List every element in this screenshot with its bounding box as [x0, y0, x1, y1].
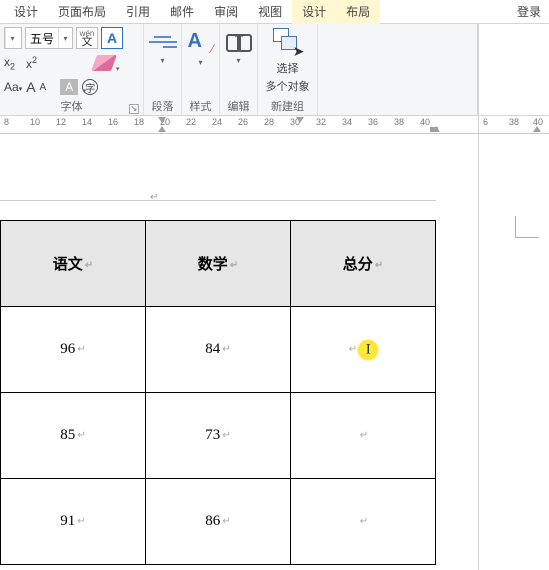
th-total[interactable]: 总分↵ — [291, 221, 436, 307]
cell-r3-chinese[interactable]: 91↵ — [1, 479, 146, 565]
header-separator — [0, 200, 436, 201]
editing-group: ▾ 编辑 — [220, 24, 258, 115]
table-row: 96↵ 84↵ ↵ — [1, 307, 436, 393]
editing-group-label: 编辑 — [228, 99, 250, 115]
cell-r2-math[interactable]: 73↵ — [146, 393, 291, 479]
paragraph-group-label: 段落 — [152, 99, 174, 115]
vertical-scrollbar[interactable] — [539, 268, 549, 568]
hanging-indent-marker[interactable] — [158, 126, 166, 132]
font-group-label: 字体 ↘ — [4, 99, 139, 115]
chevron-down-icon[interactable]: ▾ — [160, 56, 164, 65]
ruler-right-marker[interactable] — [533, 126, 541, 132]
ribbon-right-panel — [478, 24, 549, 115]
cursor-icon: ➤ — [293, 43, 305, 60]
document-area: ↵ 语文↵ 数学↵ 总分↵ 96↵ 84↵ ↵ 85↵ 73↵ ↵ 91↵ 86… — [0, 134, 549, 570]
change-case-button[interactable]: Aa▾ — [4, 80, 22, 94]
styles-group-label: 样式 — [190, 99, 212, 115]
first-line-indent-marker-2[interactable] — [296, 117, 304, 123]
paragraph-mark-icon: ↵ — [150, 192, 158, 203]
tab-design-top[interactable]: 设计 — [4, 0, 48, 24]
ruler-right-pane: 6 38 40 — [478, 116, 549, 134]
tab-table-design[interactable]: 设计 — [292, 0, 336, 24]
tab-references[interactable]: 引用 — [116, 0, 160, 24]
ribbon: ▾ 五号 ▾ wén 文 A x2 x2 ▾ — [0, 24, 549, 116]
character-border-button[interactable]: A — [101, 27, 123, 49]
select-label-2: 多个对象 — [266, 78, 310, 94]
font-size-dropdown[interactable]: 五号 ▾ — [25, 27, 73, 49]
chevron-down-icon[interactable]: ▾ — [198, 58, 202, 67]
shrink-font-button[interactable]: A — [40, 82, 47, 93]
cell-r1-total[interactable]: ↵ — [291, 307, 436, 393]
th-math[interactable]: 数学↵ — [146, 221, 291, 307]
font-size-value: 五号 — [26, 30, 58, 47]
select-objects-group: ➤ 选择 多个对象 新建组 — [258, 24, 318, 115]
table-row: 85↵ 73↵ ↵ — [1, 393, 436, 479]
cell-r3-math[interactable]: 86↵ — [146, 479, 291, 565]
tab-table-layout[interactable]: 布局 — [336, 0, 380, 24]
tab-mailings[interactable]: 邮件 — [160, 0, 204, 24]
th-chinese[interactable]: 语文↵ — [1, 221, 146, 307]
superscript-button[interactable]: x2 — [26, 55, 42, 71]
ribbon-tabs: 设计 页面布局 引用 邮件 审阅 视图 设计 布局 登录 — [0, 0, 549, 24]
ruler: 8 10 12 14 16 18 20 22 24 26 28 30 32 34… — [0, 116, 549, 134]
cell-r2-total[interactable]: ↵ — [291, 393, 436, 479]
chevron-down-icon: ▾ — [116, 65, 120, 73]
cell-r1-math[interactable]: 84↵ — [146, 307, 291, 393]
table-row: 91↵ 86↵ ↵ — [1, 479, 436, 565]
select-objects-icon[interactable]: ➤ — [273, 28, 303, 58]
chevron-down-icon: ▾ — [58, 28, 72, 48]
phonetic-guide-button[interactable]: wén 文 — [76, 27, 98, 49]
pinyin-bot: 文 — [82, 38, 93, 46]
subscript-button[interactable]: x2 — [4, 55, 20, 71]
new-group-label: 新建组 — [262, 99, 313, 115]
login-link[interactable]: 登录 — [509, 0, 549, 24]
chevron-down-icon[interactable]: ▾ — [236, 56, 240, 65]
cell-r1-chinese[interactable]: 96↵ — [1, 307, 146, 393]
tab-page-layout[interactable]: 页面布局 — [48, 0, 116, 24]
find-icon[interactable] — [225, 30, 253, 54]
tab-review[interactable]: 审阅 — [204, 0, 248, 24]
horizontal-ruler[interactable]: 8 10 12 14 16 18 20 22 24 26 28 30 32 34… — [0, 116, 478, 134]
document-page[interactable]: ↵ 语文↵ 数学↵ 总分↵ 96↵ 84↵ ↵ 85↵ 73↵ ↵ 91↵ 86… — [0, 134, 478, 570]
chevron-down-icon: ▾ — [5, 28, 19, 48]
styles-icon[interactable]: A ⁄ — [188, 30, 214, 56]
right-pane — [478, 134, 549, 570]
first-line-indent-marker[interactable] — [158, 117, 166, 123]
font-name-dropdown[interactable]: ▾ — [4, 27, 22, 49]
styles-group: A ⁄ ▾ 样式 — [182, 24, 220, 115]
scores-table[interactable]: 语文↵ 数学↵ 总分↵ 96↵ 84↵ ↵ 85↵ 73↵ ↵ 91↵ 86↵ … — [0, 220, 436, 565]
table-header-row: 语文↵ 数学↵ 总分↵ — [1, 221, 436, 307]
cell-r2-chinese[interactable]: 85↵ — [1, 393, 146, 479]
clear-formatting-button[interactable]: ▾ — [91, 55, 117, 71]
character-shading-button[interactable]: A▾ — [60, 79, 78, 95]
text-cursor-icon — [357, 339, 379, 361]
select-label-1: 选择 — [277, 60, 299, 76]
font-dialog-launcher[interactable]: ↘ — [129, 104, 139, 114]
crop-mark-icon — [515, 216, 539, 238]
left-indent-marker[interactable] — [430, 127, 438, 132]
cell-r3-total[interactable]: ↵ — [291, 479, 436, 565]
tab-view[interactable]: 视图 — [248, 0, 292, 24]
font-group: ▾ 五号 ▾ wén 文 A x2 x2 ▾ — [0, 24, 144, 115]
paragraph-icon[interactable] — [149, 30, 177, 54]
paragraph-group: ▾ 段落 — [144, 24, 182, 115]
grow-font-button[interactable]: A — [26, 79, 35, 95]
